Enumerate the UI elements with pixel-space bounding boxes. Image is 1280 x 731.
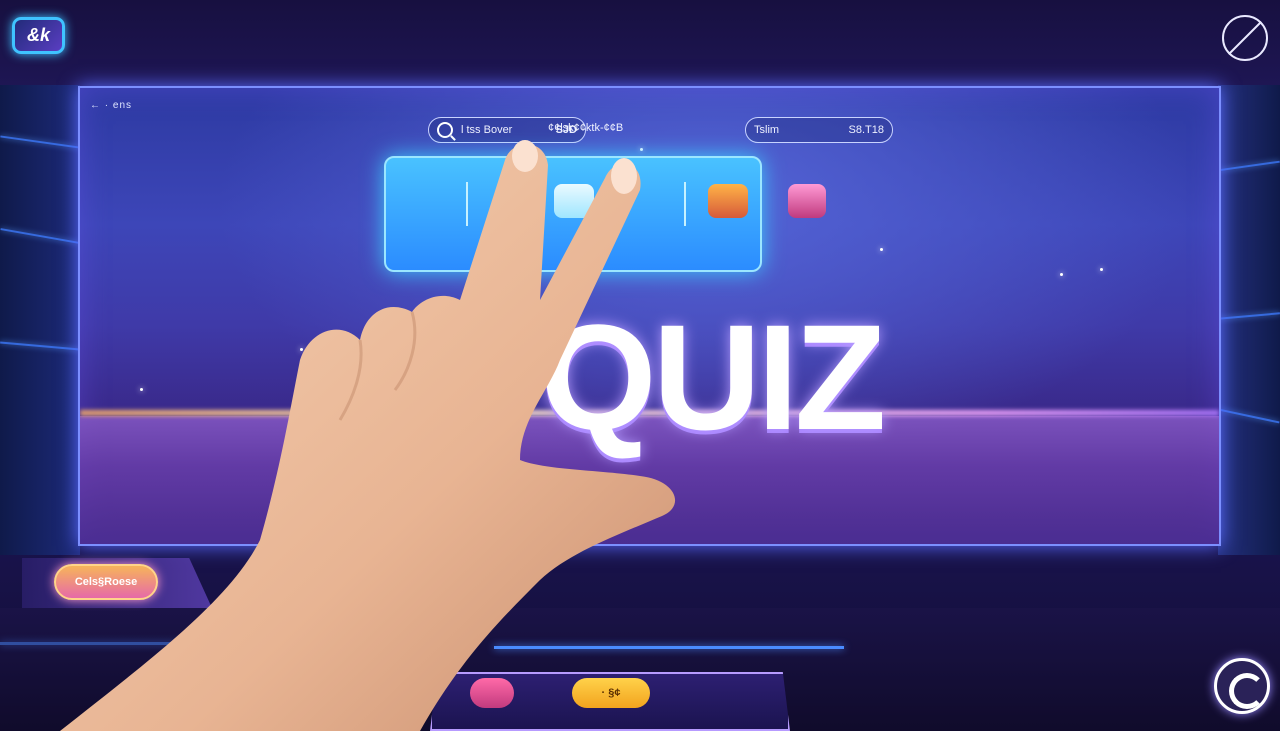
neon-line xyxy=(494,646,844,649)
right-wall-panel xyxy=(1218,85,1280,555)
app-logo[interactable]: &k xyxy=(12,17,65,54)
mute-button[interactable] xyxy=(1222,15,1268,61)
pink-console-button[interactable] xyxy=(470,678,514,708)
power-button[interactable] xyxy=(1214,658,1270,714)
neon-line xyxy=(0,642,200,645)
gold-button-label: · §¢ xyxy=(601,687,621,699)
left-wall-panel xyxy=(0,85,80,555)
neon-stripe xyxy=(0,228,80,244)
score-value: S8.T18 xyxy=(848,124,884,136)
score-label: Tslim xyxy=(754,124,780,136)
neon-stripe xyxy=(1218,408,1280,424)
answer-cell[interactable] xyxy=(466,182,536,226)
search-text: l tss Bover xyxy=(461,124,513,136)
neon-stripe xyxy=(1218,312,1280,320)
neon-stripe xyxy=(0,341,80,351)
heart-shield-icon[interactable] xyxy=(788,184,826,218)
hud-status-text: ¢¢lsk¢¢ktk-¢¢B xyxy=(548,122,624,134)
screen-corner-label: ← · ens xyxy=(90,100,133,111)
search-icon xyxy=(437,122,453,138)
left-action-button[interactable]: Cels§Roese xyxy=(54,564,158,600)
left-action-label: Cels§Roese xyxy=(74,576,138,588)
shield-emblem-icon[interactable] xyxy=(554,184,594,218)
logo-text: &k xyxy=(26,25,50,45)
answer-panel[interactable] xyxy=(384,156,826,272)
neon-stripe xyxy=(0,135,80,149)
orange-shield-icon[interactable] xyxy=(708,184,748,218)
quiz-title: QUIZ xyxy=(540,293,886,461)
gold-console-button[interactable]: · §¢ xyxy=(572,678,650,708)
neon-stripe xyxy=(1218,160,1280,172)
score-pill: Tslim S8.T18 xyxy=(745,117,893,143)
